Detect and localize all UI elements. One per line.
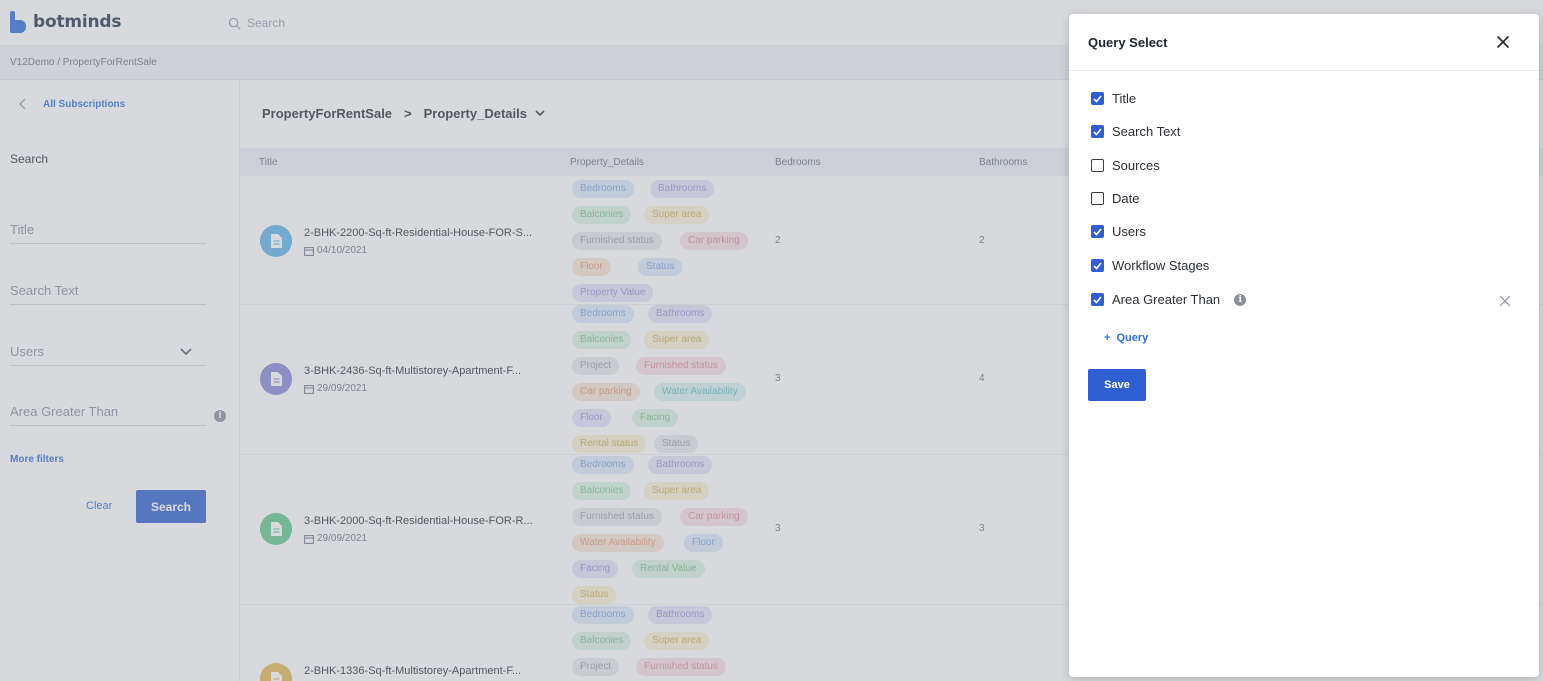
checkbox-title[interactable] [1091, 92, 1104, 105]
option-title[interactable]: Title [1091, 91, 1136, 106]
option-label: Sources [1112, 158, 1160, 173]
checkbox-area-greater-than[interactable] [1091, 293, 1104, 306]
check-icon [1093, 261, 1102, 270]
close-icon [1496, 35, 1510, 48]
close-icon [1499, 295, 1511, 306]
option-label: Area Greater Than [1112, 292, 1221, 307]
dialog-header: Query Select [1069, 14, 1539, 71]
option-date[interactable]: Date [1091, 191, 1139, 206]
close-button[interactable] [1493, 33, 1513, 53]
option-label: Workflow Stages [1112, 258, 1210, 273]
plus-icon: + [1104, 332, 1111, 344]
dialog-title: Query Select [1088, 35, 1168, 50]
info-icon[interactable]: i [1234, 293, 1247, 306]
option-label: Title [1112, 91, 1137, 106]
option-sources[interactable]: Sources [1091, 158, 1160, 173]
remove-query-button[interactable] [1497, 294, 1513, 310]
query-select-dialog: Query Select Title Search Text Sources D… [1069, 14, 1539, 677]
check-icon [1093, 295, 1102, 304]
option-area-greater-than[interactable]: Area Greater Than i [1091, 292, 1247, 307]
checkbox-sources[interactable] [1091, 159, 1104, 172]
add-query-button[interactable]: + Query [1104, 332, 1148, 344]
option-workflow-stages[interactable]: Workflow Stages [1091, 258, 1209, 273]
option-label: Date [1112, 191, 1140, 206]
option-label: Users [1112, 224, 1146, 239]
save-button[interactable]: Save [1088, 369, 1146, 401]
checkbox-date[interactable] [1091, 192, 1104, 205]
check-icon [1093, 94, 1102, 103]
add-query-label: Query [1116, 332, 1149, 344]
option-search-text[interactable]: Search Text [1091, 124, 1180, 139]
option-label: Search Text [1112, 124, 1181, 139]
checkbox-search-text[interactable] [1091, 125, 1104, 138]
checkbox-users[interactable] [1091, 225, 1104, 238]
option-users[interactable]: Users [1091, 224, 1146, 239]
checkbox-workflow-stages[interactable] [1091, 259, 1104, 272]
check-icon [1093, 227, 1102, 236]
check-icon [1093, 127, 1102, 136]
